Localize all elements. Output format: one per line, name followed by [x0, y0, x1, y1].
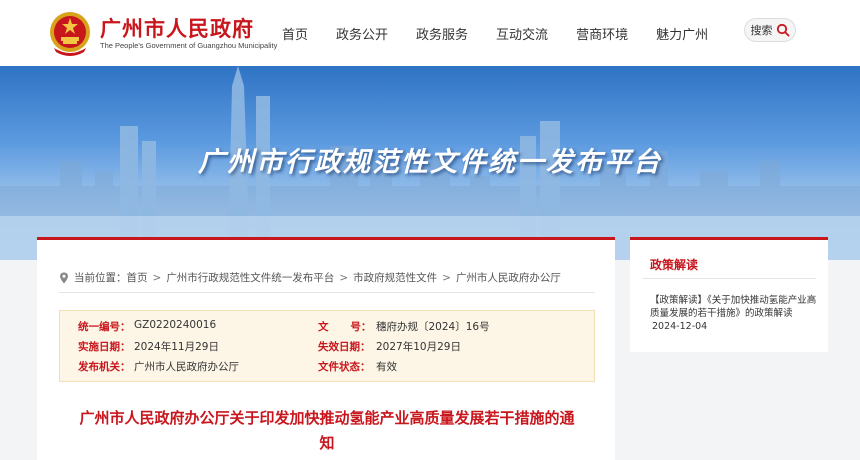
- serial-value: GZ0220240016: [134, 319, 217, 331]
- effective-date-label: 实施日期：: [78, 341, 131, 353]
- nav-item-gov-affairs[interactable]: 政务公开: [322, 24, 402, 43]
- breadcrumb-municipal-docs[interactable]: 市政府规范性文件: [353, 270, 437, 285]
- policy-interpretation-link[interactable]: 【政策解读】《关于加快推动氢能产业高质量发展的若干措施》的政策解读 2024-1…: [650, 294, 820, 333]
- breadcrumb-prefix: 当前位置：: [74, 272, 127, 284]
- site-title[interactable]: 广州市人民政府: [100, 13, 254, 43]
- breadcrumb-separator: >: [152, 271, 162, 284]
- hero-banner: 广州市行政规范性文件统一发布平台: [0, 66, 860, 260]
- main-content-panel: 当前位置： 首页 > 广州市行政规范性文件统一发布平台 > 市政府规范性文件 >…: [37, 237, 615, 460]
- number-label: 文 号：: [318, 321, 372, 333]
- nav-item-business[interactable]: 营商环境: [562, 24, 642, 43]
- search-button[interactable]: 搜索: [744, 18, 796, 42]
- nav-item-home[interactable]: 首页: [268, 24, 322, 43]
- search-label: 搜索: [750, 24, 773, 37]
- breadcrumb-home[interactable]: 首页: [127, 270, 148, 285]
- policy-interpretation-date: 2024-12-04: [652, 321, 708, 332]
- national-emblem-icon[interactable]: [48, 10, 92, 56]
- issuer-value: 广州市人民政府办公厅: [134, 361, 239, 373]
- expiry-date-value: 2027年10月29日: [376, 341, 461, 353]
- effective-date-value: 2024年11月29日: [134, 341, 219, 353]
- status-value: 有效: [376, 361, 397, 373]
- breadcrumb-platform[interactable]: 广州市行政规范性文件统一发布平台: [166, 270, 334, 285]
- nav-item-interaction[interactable]: 互动交流: [482, 24, 562, 43]
- nav-item-charm[interactable]: 魅力广州: [642, 24, 722, 43]
- breadcrumb-divider: [59, 292, 595, 293]
- issuer-label: 发布机关：: [78, 361, 131, 373]
- document-info-box: 统一编号： GZ0220240016 文 号： 穗府办规〔2024〕16号 实施…: [59, 310, 595, 382]
- sidebar-title: 政策解读: [650, 258, 699, 272]
- breadcrumb: 当前位置： 首页 > 广州市行政规范性文件统一发布平台 > 市政府规范性文件 >…: [59, 270, 561, 285]
- number-value: 穗府办规〔2024〕16号: [376, 321, 490, 333]
- policy-interpretation-text: 【政策解读】《关于加快推动氢能产业高质量发展的若干措施》的政策解读: [650, 295, 817, 319]
- policy-interpretation-panel: 政策解读 【政策解读】《关于加快推动氢能产业高质量发展的若干措施》的政策解读 2…: [630, 237, 828, 352]
- info-row: 实施日期： 2024年11月29日 失效日期： 2027年10月29日: [60, 339, 594, 357]
- sidebar-divider: [642, 278, 816, 279]
- breadcrumb-separator: >: [339, 271, 349, 284]
- site-header: 广州市人民政府 The People's Government of Guang…: [0, 0, 860, 66]
- document-title: 广州市人民政府办公厅关于印发加快推动氢能产业高质量发展若干措施的通知: [79, 409, 575, 452]
- expiry-date-label: 失效日期：: [318, 341, 371, 353]
- breadcrumb-separator: >: [442, 271, 451, 284]
- nav-item-gov-services[interactable]: 政务服务: [402, 24, 482, 43]
- site-subtitle: The People's Government of Guangzhou Mun…: [100, 41, 278, 50]
- breadcrumb-general-office[interactable]: 广州市人民政府办公厅: [456, 270, 561, 285]
- search-icon: [776, 23, 790, 37]
- status-label: 文件状态：: [318, 361, 371, 373]
- main-nav: 首页 政务公开 政务服务 互动交流 营商环境 魅力广州: [268, 0, 722, 66]
- serial-label: 统一编号：: [78, 321, 131, 333]
- banner-title: 广州市行政规范性文件统一发布平台: [198, 147, 662, 178]
- info-row: 统一编号： GZ0220240016 文 号： 穗府办规〔2024〕16号: [60, 319, 594, 337]
- info-row: 发布机关： 广州市人民政府办公厅 文件状态： 有效: [60, 359, 594, 377]
- location-pin-icon: [60, 272, 68, 283]
